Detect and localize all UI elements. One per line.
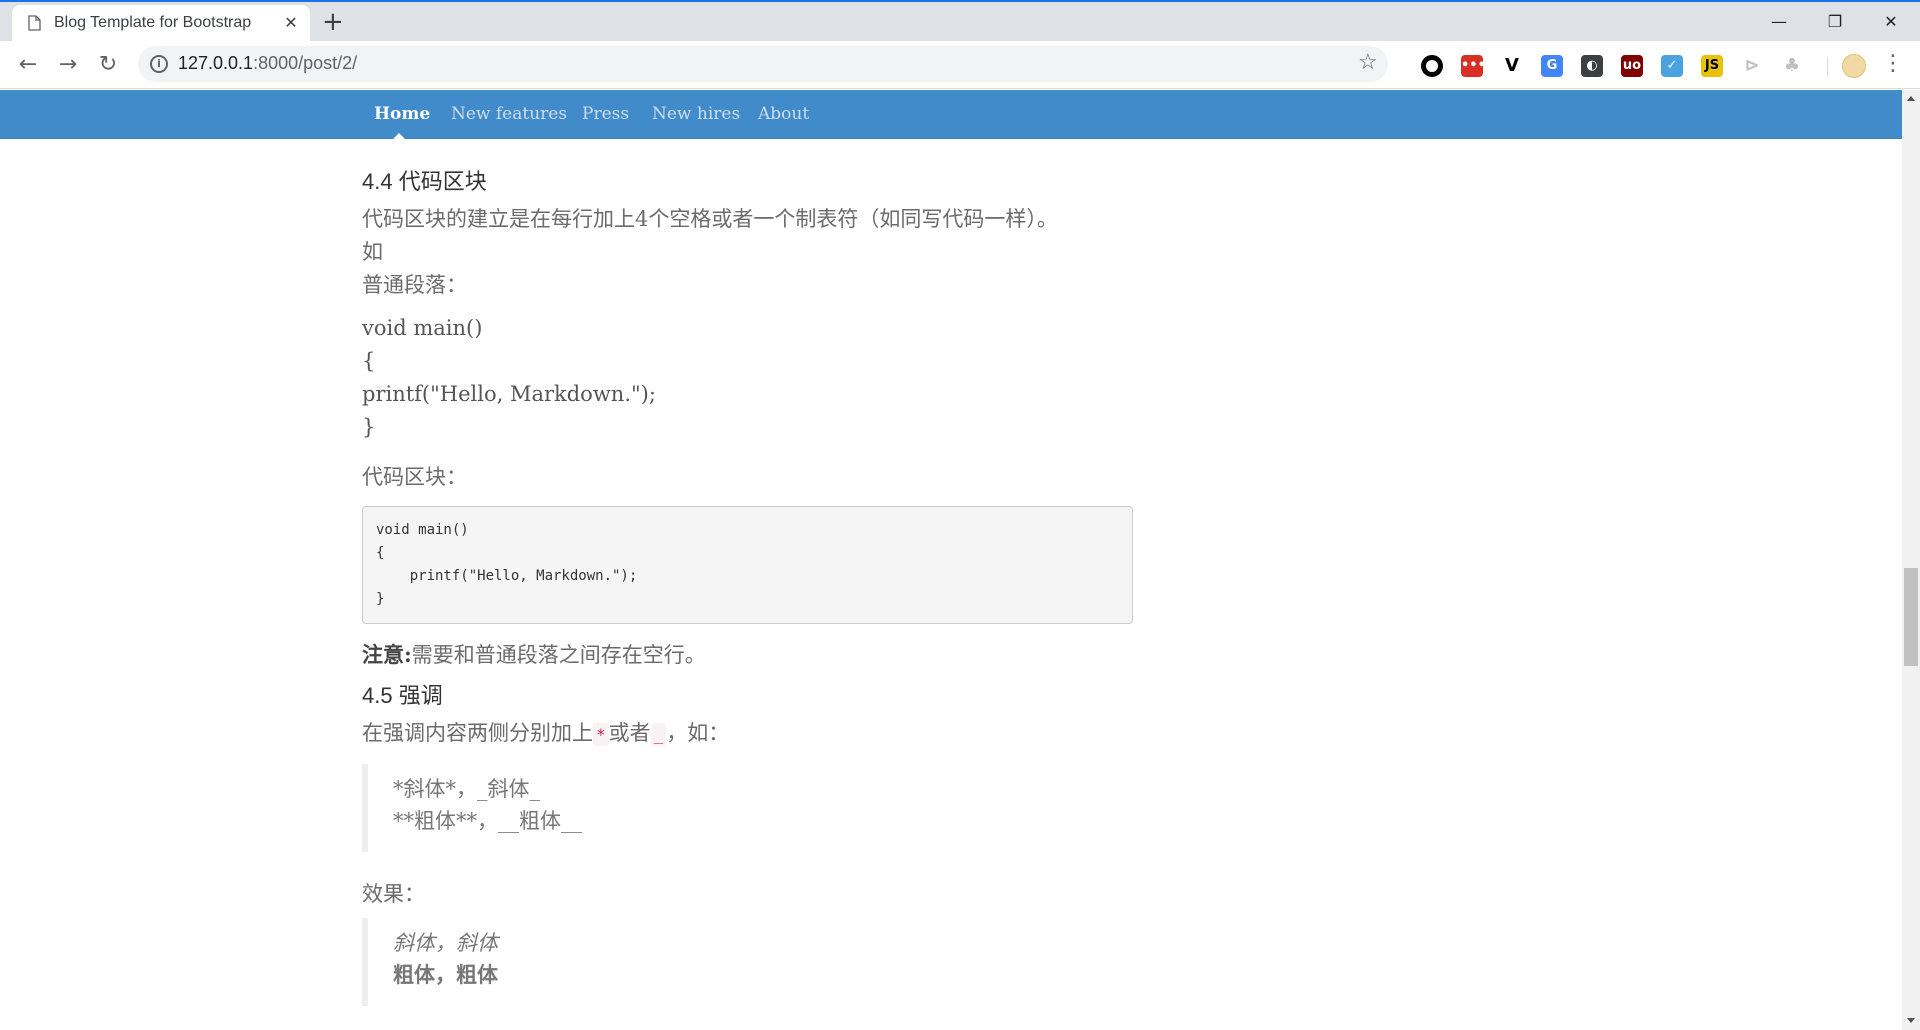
effect-label: 效果： <box>362 882 425 906</box>
url-text[interactable]: 127.0.0.1:8000/post/2/ <box>178 53 357 74</box>
forward-icon[interactable]: → <box>54 51 82 79</box>
address-bar[interactable]: i 127.0.0.1:8000/post/2/ ☆ <box>138 46 1388 82</box>
normal-paragraph-label: 普通段落： <box>362 273 467 297</box>
bookmark-star-icon[interactable]: ☆ <box>1358 50 1378 75</box>
ru-paragraph: 如 <box>362 240 383 264</box>
heading-emphasis: 4.5 强调 <box>362 683 443 708</box>
cursor-extension-icon[interactable]: ⊳ <box>1741 55 1763 77</box>
active-nav-caret <box>393 133 405 139</box>
inline-code-star: * <box>593 723 609 746</box>
lightbulb-extension-icon[interactable]: ◐ <box>1581 55 1603 77</box>
scroll-down-arrow-icon[interactable] <box>1907 1018 1915 1023</box>
page-icon <box>28 15 41 31</box>
window-close-button[interactable]: ✕ <box>1868 5 1914 39</box>
close-icon[interactable]: ✕ <box>282 14 300 32</box>
plain-code-line: printf("Hello, Markdown."); <box>362 382 656 406</box>
quote-line: **粗体**，__粗体__ <box>393 809 582 833</box>
url-host: 127.0.0.1 <box>178 53 254 73</box>
circle-extension-icon[interactable] <box>1421 55 1443 77</box>
note-text: 需要和普通段落之间存在空行。 <box>411 643 706 667</box>
check-extension-icon[interactable]: ✓ <box>1661 55 1683 77</box>
site-info-icon[interactable]: i <box>150 55 168 73</box>
browser-toolbar: ← → ↻ i 127.0.0.1:8000/post/2/ ☆ ••• V G ◐ u… <box>0 41 1920 89</box>
note-label: 注意: <box>362 642 412 667</box>
site-navbar: Home New features Press New hires About <box>0 90 1902 139</box>
js-extension-icon[interactable]: JS <box>1701 55 1723 77</box>
rendered-emphasis-blockquote: 斜体，斜体 粗体，粗体 <box>362 918 1122 1006</box>
heading-code-blocks: 4.4 代码区块 <box>362 169 487 194</box>
quote-line: *斜体*，_斜体_ <box>393 777 540 801</box>
plain-code-line: { <box>362 349 376 373</box>
dots-extension-icon[interactable]: ••• <box>1461 55 1486 77</box>
note-paragraph: 注意:需要和普通段落之间存在空行。 <box>362 639 706 669</box>
emphasis-text: 或者 <box>608 721 651 745</box>
back-icon[interactable]: ← <box>14 51 42 79</box>
italic-example: 斜体，斜体 <box>393 931 498 955</box>
browser-menu-icon[interactable]: ⋮ <box>1882 51 1904 76</box>
toolbar-divider <box>1827 57 1828 77</box>
restore-button[interactable]: ❐ <box>1812 5 1858 39</box>
tab-title: Blog Template for Bootstrap <box>54 14 252 31</box>
nav-home[interactable]: Home <box>374 104 430 124</box>
nav-new-hires[interactable]: New hires <box>652 104 740 124</box>
translate-extension-icon[interactable]: G <box>1541 55 1563 77</box>
profile-avatar[interactable] <box>1842 54 1866 78</box>
browser-tab[interactable]: Blog Template for Bootstrap ✕ <box>12 5 310 43</box>
tree-extension-icon[interactable]: ♣ <box>1781 55 1803 77</box>
nav-new-features[interactable]: New features <box>451 104 567 124</box>
scroll-thumb[interactable] <box>1904 568 1918 666</box>
nav-press[interactable]: Press <box>582 104 629 124</box>
emphasis-text: 在强调内容两侧分别加上 <box>362 721 593 745</box>
ublock-extension-icon[interactable]: uo <box>1621 55 1643 77</box>
markdown-source-blockquote: *斜体*，_斜体_ **粗体**，__粗体__ <box>362 764 1122 852</box>
inline-code-underscore: _ <box>650 723 667 746</box>
browser-tab-strip: Blog Template for Bootstrap ✕ + — ❐ ✕ <box>0 0 1920 43</box>
plain-code-line: } <box>362 415 376 439</box>
emphasis-text: ，如： <box>666 721 730 745</box>
plain-code-line: void main() <box>362 316 483 340</box>
page-scrollbar[interactable] <box>1902 90 1920 1030</box>
nav-about[interactable]: About <box>758 104 809 124</box>
v-extension-icon[interactable]: V <box>1501 55 1523 77</box>
code-block: void main() { printf("Hello, Markdown.")… <box>362 506 1133 624</box>
code-block-label: 代码区块： <box>362 465 467 489</box>
reload-icon[interactable]: ↻ <box>94 51 122 79</box>
url-path: :8000/post/2/ <box>253 53 358 73</box>
new-tab-button[interactable]: + <box>322 8 344 36</box>
emphasis-intro-paragraph: 在强调内容两侧分别加上 * 或者 _ ，如： <box>362 717 729 747</box>
scroll-up-arrow-icon[interactable] <box>1907 96 1915 101</box>
bold-example: 粗体，粗体 <box>393 962 498 987</box>
minimize-button[interactable]: — <box>1756 5 1802 39</box>
code-intro-paragraph: 代码区块的建立是在每行加上4个空格或者一个制表符（如同写代码一样）。 <box>362 207 1058 231</box>
